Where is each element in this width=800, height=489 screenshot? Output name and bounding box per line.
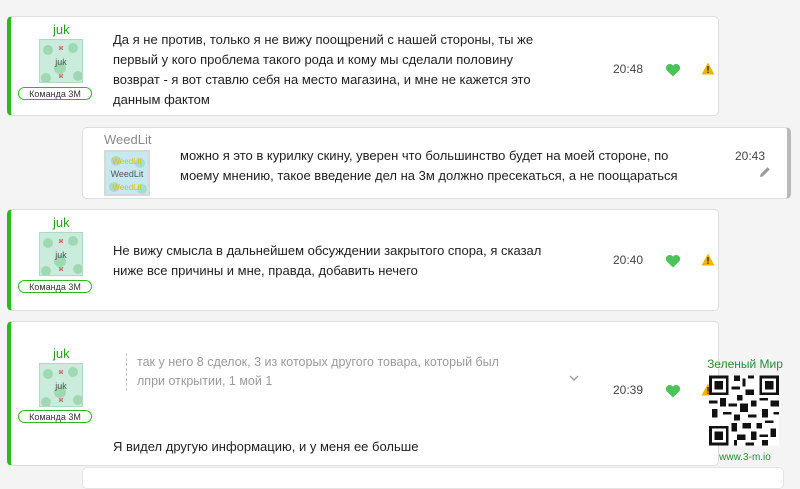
text-line: Не вижу смысла в дальнейшем обсуждении з… <box>113 243 542 258</box>
message-card: WeedLit WeedLit WeedLit WeedLit можно я … <box>82 127 791 199</box>
avatar-name: WeedLit <box>110 169 144 179</box>
avatar-mark: ж <box>58 45 64 52</box>
team-badge: Команда 3М <box>18 87 92 100</box>
avatar-name: juk <box>55 57 67 67</box>
message-time: 20:48 <box>613 62 644 76</box>
avatar-mark: WeedLit <box>112 183 142 192</box>
message-text: Не вижу смысла в дальнейшем обсуждении з… <box>113 241 593 281</box>
avatar-mark: ж <box>58 266 64 273</box>
avatar-name: juk <box>55 381 67 391</box>
text-line: моему мнению, такое введение дел на 3м д… <box>180 168 678 183</box>
team-badge: Команда 3М <box>18 280 92 293</box>
author-name[interactable]: juk <box>53 22 70 37</box>
qr-code-icon <box>709 375 779 446</box>
text-line: Я видел другую информацию, и у меня ее б… <box>113 439 419 454</box>
quoted-text[interactable]: так у него 8 сделок, 3 из которых другог… <box>126 353 577 391</box>
message-time: 20:43 <box>735 149 766 163</box>
text-line: первый у кого проблема такого рода и ком… <box>113 52 514 67</box>
message-text: Да я не против, только я не вижу поощрен… <box>113 30 593 110</box>
avatar-mark: ж <box>58 369 64 376</box>
text-line: данным фактом <box>113 92 210 107</box>
heart-icon[interactable] <box>665 254 681 268</box>
message-text: можно я это в курилку скину, уверен что … <box>180 146 725 186</box>
text-line: можно я это в курилку скину, уверен что … <box>180 148 669 163</box>
author-name[interactable]: juk <box>53 346 70 361</box>
watermark-url: www.3-m.io <box>719 452 771 463</box>
message-card-partial <box>82 467 784 489</box>
text-line: возврат - я вот ставлю себя на место маг… <box>113 72 531 87</box>
quote-line: лпри открытии, 1 мой 1 <box>137 374 273 388</box>
message-time: 20:40 <box>613 253 644 267</box>
text-line: Да я не против, только я не вижу поощрен… <box>113 32 534 47</box>
heart-icon[interactable] <box>665 384 681 398</box>
avatar[interactable]: WeedLit WeedLit WeedLit <box>104 150 150 196</box>
pencil-icon[interactable] <box>759 166 771 178</box>
warning-icon[interactable] <box>701 253 715 266</box>
watermark-title: Зеленый Мир <box>707 357 783 371</box>
message-card: juk ж juk ж Команда 3М так у него 8 сдел… <box>7 321 719 466</box>
avatar-mark: WeedLit <box>112 157 142 166</box>
author-name[interactable]: WeedLit <box>104 132 151 147</box>
avatar-mark: ж <box>58 238 64 245</box>
message-card: juk ж juk ж Команда 3М Не вижу смысла в … <box>7 209 719 311</box>
heart-icon[interactable] <box>665 63 681 77</box>
message-text: Я видел другую информацию, и у меня ее б… <box>113 437 593 457</box>
watermark: Зеленый Мир www.3-m.io <box>700 357 790 465</box>
avatar-name: juk <box>55 250 67 260</box>
message-time: 20:39 <box>613 383 644 397</box>
avatar-mark: ж <box>58 397 64 404</box>
avatar[interactable]: ж juk ж <box>39 39 83 83</box>
message-card: juk ж juk ж Команда 3М Да я не против, т… <box>7 16 719 116</box>
quote-line: так у него 8 сделок, 3 из которых другог… <box>137 355 499 369</box>
avatar[interactable]: ж juk ж <box>39 363 83 407</box>
text-line: ниже все причины и мне, правда, добавить… <box>113 263 418 278</box>
avatar-mark: ж <box>58 73 64 80</box>
avatar[interactable]: ж juk ж <box>39 232 83 276</box>
author-name[interactable]: juk <box>53 215 70 230</box>
warning-icon[interactable] <box>701 62 715 75</box>
team-badge: Команда 3М <box>18 410 92 423</box>
chevron-down-icon[interactable] <box>569 375 579 382</box>
